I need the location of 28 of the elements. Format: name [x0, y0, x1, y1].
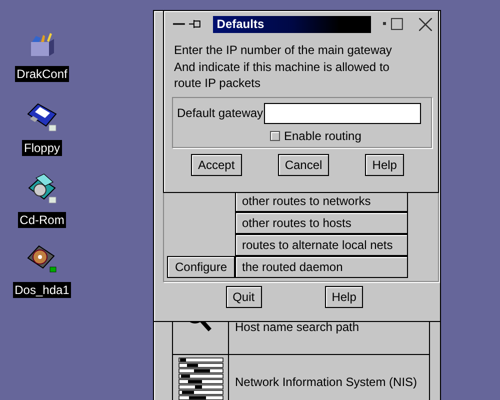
close-icon[interactable] — [419, 18, 432, 30]
route-option-button[interactable]: other routes to hosts — [235, 212, 408, 234]
table-cell: Host name search path — [235, 320, 360, 334]
instruction-text: And indicate if this machine is allowed to — [174, 58, 390, 75]
desktop-icon-label[interactable]: DrakConf — [14, 66, 70, 82]
desktop-icon-label[interactable]: Cd-Rom — [18, 212, 66, 228]
desktop-icon-label[interactable]: Dos_hda1 — [12, 282, 72, 298]
floppy-icon[interactable] — [26, 102, 58, 132]
cd-drive-icon[interactable] — [26, 172, 58, 204]
dialog-button[interactable]: Cancel — [278, 154, 330, 176]
dialog-button[interactable]: Help — [365, 154, 404, 176]
dialog-button[interactable]: Accept — [191, 154, 242, 176]
desktop-icon-label[interactable]: Floppy — [22, 140, 62, 156]
dialog-button[interactable]: Quit — [226, 286, 262, 308]
gateway-field[interactable] — [264, 102, 422, 124]
table-cell: Network Information System (NIS) — [235, 374, 418, 388]
window-title: Defaults — [212, 16, 372, 32]
route-option-button[interactable]: routes to alternate local nets — [235, 234, 408, 256]
route-option-button[interactable]: the routed daemon — [235, 256, 408, 278]
checkbox[interactable] — [270, 130, 280, 140]
dialog-button[interactable]: Help — [324, 286, 364, 308]
configure-button[interactable]: Configure — [167, 256, 235, 278]
maximize-icon[interactable] — [391, 18, 404, 30]
checkbox-label[interactable]: Enable routing — [284, 128, 362, 142]
field-label: Default gateway — [177, 106, 264, 120]
pin-icon[interactable] — [188, 19, 201, 29]
instruction-text: Enter the IP number of the main gateway — [174, 42, 393, 58]
instruction-text: route IP packets — [174, 75, 262, 92]
